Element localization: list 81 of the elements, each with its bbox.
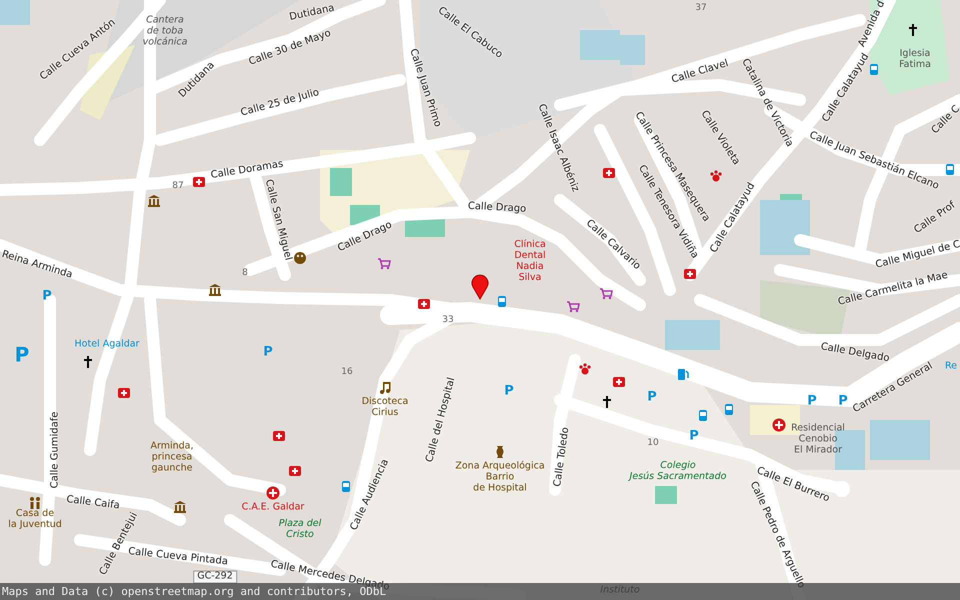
place-label: Casa de la Juventud [8,509,62,531]
street-label: Calle San Miguel [262,178,294,262]
sports-pitch [330,168,352,196]
paw-icon [709,169,723,183]
church-icon [81,355,95,369]
place-label: Re [944,362,958,372]
street-label: Calle Doramas [210,158,284,181]
pharmacy-icon [612,374,626,388]
road-number-shield: GC-292 [193,570,237,584]
map-pin-icon[interactable] [471,274,489,300]
museum-icon [147,194,161,208]
house-number: 37 [695,2,707,14]
bus-stop-icon [495,295,509,309]
place-label: Arminda, princesa gaunche [150,442,194,474]
street-label: Calle Caifa [66,494,120,512]
bus-stop-icon [943,163,957,177]
parking-sign: P [42,290,52,304]
place-label: Plaza del Cristo [278,519,322,541]
shopping-cart-icon [377,256,391,270]
place-label: Cantera de toba volcánica [142,16,188,48]
house-number: 16 [341,366,353,378]
pharmacy-icon [417,296,431,310]
shopping-cart-icon [599,286,613,300]
church-icon [600,395,614,409]
street-label: Calle Miguel de C [874,238,960,272]
street-label: Calle 25 de Julio [240,87,320,119]
paw-icon [578,362,592,376]
street-label: Calle Prof [912,200,958,236]
place-label: C.A.E. Galdar [242,502,304,514]
street-label: Calle Delgado [820,341,890,365]
parking-sign: P [689,430,699,444]
pharmacy-icon [272,428,286,442]
sports-pitch [655,486,677,504]
shopping-cart-icon [566,299,580,313]
place-label: Residencial Cenobio El Mirador [791,424,845,456]
street-label: Calle Gumidafe [49,412,61,488]
bus-stop-icon [722,403,736,417]
fuel-pump-icon [676,367,690,381]
parking-sign: P [647,390,657,406]
water-area [665,320,720,350]
hospital-icon [266,486,280,500]
place-label: Colegio Jesús Sacramentado [630,461,726,483]
pharmacy-icon [288,463,302,477]
place-label: Zona Arqueológica Barrio de Hospital [455,462,545,494]
hospital-icon [772,418,786,432]
street-label: Calle Drago [336,219,394,255]
house-number: 33 [442,314,454,326]
place-label: Discoteca Cirius [362,397,408,419]
parking-sign: P [504,384,514,400]
street-label: Calle Toledo [552,426,572,488]
parking-sign: P [263,346,273,360]
pharmacy-icon [602,165,616,179]
street-label: Calle Clavel [670,58,730,86]
parking-sign: P [838,394,848,410]
parking-sign: P [807,394,817,410]
parking-sign: P [14,344,30,366]
pharmacy-icon [192,174,206,188]
street-label: Calle Juan Primo [406,47,444,129]
water-area [760,200,810,255]
place-label: Iglesia Fatima [899,49,931,71]
people-icon [28,496,42,510]
bus-stop-icon [867,63,881,77]
pharmacy-icon [683,266,697,280]
place-label: Clínica Dental Nadia Silva [514,240,546,284]
street-label: Calle Carmelita la Mae [836,270,950,308]
street-label: Dutidana [288,2,336,24]
place-label: Hotel Agaldar [74,340,140,350]
music-note-icon [378,381,392,395]
museum-icon [208,283,222,297]
museum-icon [173,500,187,514]
house-number: 87 [172,180,184,192]
pharmacy-icon [117,385,131,399]
church-icon [906,23,920,37]
street-label: Calle Drago [468,200,526,216]
water-area [0,0,30,25]
street-label: Calle 30 de Mayo [247,28,333,68]
bus-stop-icon [696,409,710,423]
bus-stop-icon [339,480,353,494]
water-area [870,420,930,460]
house-number: 8 [242,268,248,278]
house-number: 10 [647,438,659,448]
